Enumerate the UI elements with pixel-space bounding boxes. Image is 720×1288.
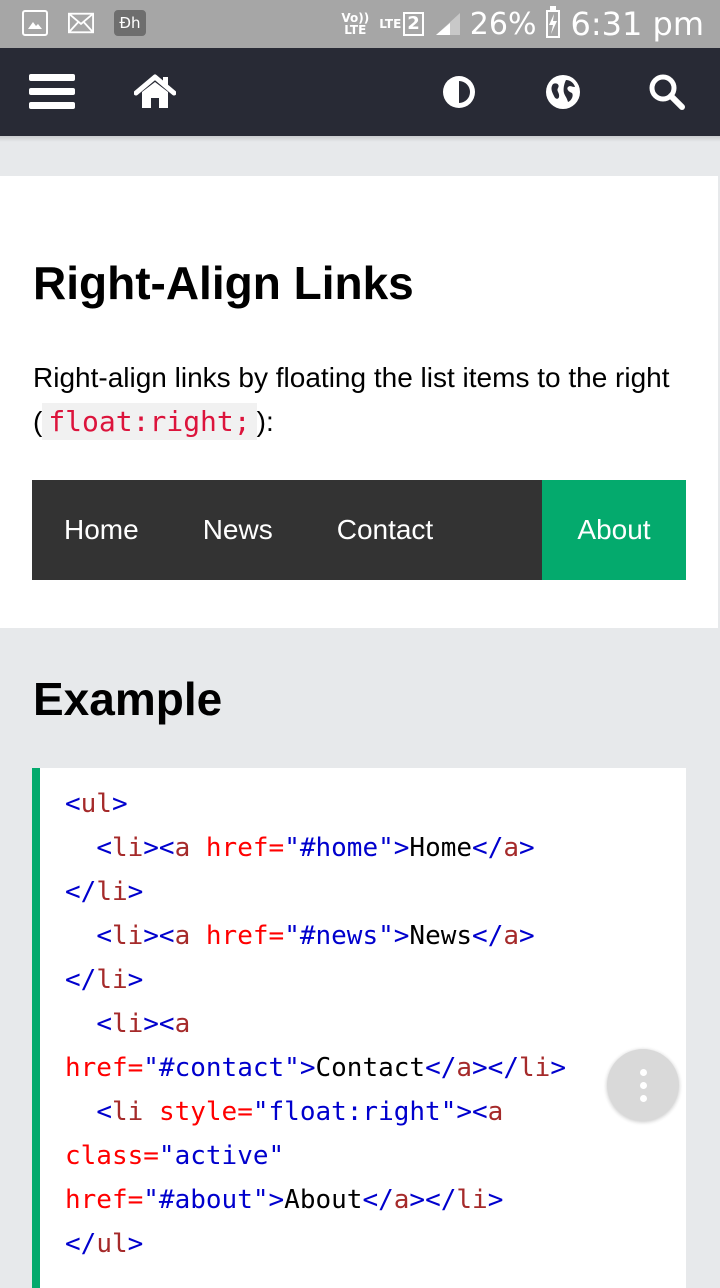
home-icon bbox=[134, 74, 176, 108]
top-navbar bbox=[0, 48, 720, 136]
sim-slot-badge: 2 bbox=[403, 12, 424, 36]
demo-link-about-active[interactable]: About bbox=[542, 480, 686, 580]
app-icon: Ɖh bbox=[114, 10, 146, 36]
mail-icon bbox=[68, 10, 94, 36]
volte-indicator: Vo)) LTE bbox=[341, 11, 370, 37]
search-icon bbox=[649, 74, 685, 110]
intro-text: Right-align links by floating the list i… bbox=[33, 362, 670, 440]
battery-icon bbox=[546, 6, 561, 38]
globe-icon bbox=[546, 75, 580, 109]
home-button[interactable] bbox=[123, 48, 187, 136]
demo-link-home[interactable]: Home bbox=[32, 480, 171, 580]
clock: 6:31 pm bbox=[570, 5, 704, 43]
more-vert-icon bbox=[639, 1068, 647, 1076]
page-title: Right-Align Links bbox=[33, 257, 414, 309]
signal-icon bbox=[435, 13, 460, 35]
demo-link-contact[interactable]: Contact bbox=[305, 480, 466, 580]
lte-indicator: LTE 2 bbox=[379, 12, 424, 36]
battery-percent: 26% bbox=[469, 6, 537, 42]
example-code: <ul> <li><a href="#home">Home</a> </li> … bbox=[65, 789, 566, 1259]
status-left-icons: Ɖh bbox=[22, 10, 146, 36]
theme-toggle-button[interactable] bbox=[427, 48, 491, 136]
status-right: Vo)) LTE LTE 2 26% 6:31 pm bbox=[341, 4, 704, 44]
navbar-shadow bbox=[0, 136, 720, 142]
menu-button[interactable] bbox=[20, 48, 84, 136]
search-button[interactable] bbox=[635, 48, 699, 136]
example-heading: Example bbox=[33, 673, 223, 725]
contrast-icon bbox=[443, 76, 475, 108]
more-options-button[interactable] bbox=[607, 1049, 679, 1121]
menu-icon bbox=[29, 74, 75, 109]
gallery-icon bbox=[22, 10, 48, 36]
demo-link-news[interactable]: News bbox=[171, 480, 305, 580]
inline-code: float:right; bbox=[42, 403, 257, 440]
status-bar: Ɖh Vo)) LTE LTE 2 26% 6:31 pm bbox=[0, 0, 720, 48]
demo-navbar: Home News Contact About bbox=[32, 480, 686, 580]
language-button[interactable] bbox=[531, 48, 595, 136]
